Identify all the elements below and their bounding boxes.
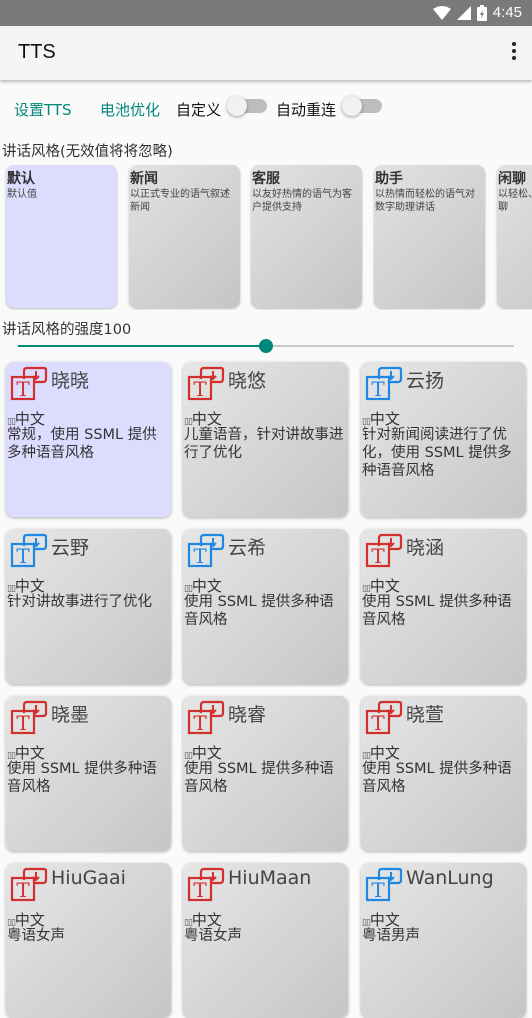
svg-text:T: T (371, 544, 385, 568)
svg-text:T: T (193, 711, 207, 735)
voice-card[interactable]: T 云野 ▯▯中文 针对讲故事进行了优化 (6, 529, 171, 684)
battery-icon (476, 4, 487, 21)
voice-description: 儿童语音，针对讲故事进行了优化 (184, 427, 344, 461)
style-card[interactable]: 新闻以正式专业的语气叙述新闻 (129, 165, 240, 308)
voice-description: 使用 SSML 提供多种语音风格 (362, 761, 512, 795)
slider-thumb[interactable] (259, 339, 273, 353)
voice-name: 云野 (51, 537, 90, 559)
voice-description: 使用 SSML 提供多种语音风格 (7, 761, 157, 795)
svg-text:T: T (371, 377, 385, 401)
voice-name: HiuMaan (228, 867, 312, 889)
style-list[interactable]: 默认 默认值 新闻 以正式专业的语气叙述新闻 客服 以友好热情的语气为客户提供支持 助手 以热… (0, 164, 532, 310)
style-desc: 以正式专业的语气叙述新闻 (130, 189, 230, 213)
tts-voice-icon: T (187, 700, 225, 735)
voice-card[interactable]: T 云希 ▯▯中文 使用 SSML 提供多种语音风格 (183, 529, 348, 684)
style-desc: 以热情而轻松的语气对数字助理讲话 (375, 189, 475, 213)
tts-voice-icon: T (365, 533, 403, 568)
svg-text:T: T (193, 377, 207, 401)
custom-switch[interactable] (227, 96, 267, 116)
app-bar: TTS (0, 26, 532, 80)
svg-text:T: T (193, 878, 207, 902)
svg-text:T: T (371, 878, 385, 902)
intensity-slider[interactable] (18, 339, 514, 353)
wifi-icon (432, 5, 451, 20)
svg-text:T: T (16, 544, 30, 568)
style-desc: 以友好热情的语气为客户提供支持 (252, 189, 352, 213)
tts-voice-icon: T (365, 700, 403, 735)
tts-voice-icon: T (187, 867, 225, 902)
set-tts-button[interactable]: 设置TTS (14, 99, 72, 120)
tts-voice-icon: T (187, 366, 225, 401)
style-desc: 以轻松、随意的语气闲聊 (498, 189, 532, 213)
cell-signal-icon (456, 5, 471, 20)
voice-name: 云扬 (406, 370, 445, 392)
style-card[interactable]: 助手以热情而轻松的语气对数字助理讲话 (374, 165, 485, 308)
voice-description: 针对新闻阅读进行了优化，使用 SSML 提供多种语音风格 (362, 427, 512, 479)
tts-voice-icon: T (187, 533, 225, 568)
voice-card[interactable]: T 云扬 ▯▯中文 针对新闻阅读进行了优化，使用 SSML 提供多种语音风格 (361, 362, 526, 517)
clock: 4:45 (492, 4, 522, 21)
voice-card[interactable]: T 晓晓 ▯▯中文 常规，使用 SSML 提供多种语音风格 (6, 362, 171, 517)
voice-name: 晓涵 (406, 537, 445, 559)
voice-description: 粤语女声 (184, 928, 242, 944)
style-section-label: 讲话风格(无效值将将忽略) (2, 144, 173, 160)
voice-card[interactable]: T WanLung ▯▯中文 粤语男声 (361, 863, 526, 1018)
tts-voice-icon: T (10, 366, 48, 401)
more-vert-icon[interactable] (510, 42, 518, 64)
voice-card[interactable]: T 晓涵 ▯▯中文 使用 SSML 提供多种语音风格 (361, 529, 526, 684)
svg-text:T: T (371, 711, 385, 735)
slider-fill (18, 345, 266, 347)
battery-optimization-button[interactable]: 电池优化 (100, 99, 160, 120)
style-name: 客服 (252, 171, 280, 187)
tts-voice-icon: T (365, 366, 403, 401)
voice-card[interactable]: T 晓墨 ▯▯中文 使用 SSML 提供多种语音风格 (6, 696, 171, 851)
tts-voice-icon: T (10, 867, 48, 902)
auto-reconnect-label: 自动重连 (276, 101, 337, 119)
settings-row: 设置TTS 电池优化 自定义 自动重连 (0, 92, 532, 124)
style-card[interactable]: 闲聊以轻松、随意的语气闲聊 (497, 165, 532, 308)
style-name: 新闻 (130, 171, 158, 187)
style-card[interactable]: 默认 默认值 (6, 165, 117, 308)
voice-name: 晓晓 (51, 370, 90, 392)
voice-description: 针对讲故事进行了优化 (7, 594, 152, 610)
tts-voice-icon: T (365, 867, 403, 902)
voice-name: 晓悠 (228, 370, 267, 392)
style-name: 助手 (375, 171, 403, 187)
tts-voice-icon: T (10, 700, 48, 735)
voice-description: 使用 SSML 提供多种语音风格 (184, 761, 334, 795)
voice-card[interactable]: T HiuMaan ▯▯中文 粤语女声 (183, 863, 348, 1018)
voice-description: 粤语女声 (7, 928, 65, 944)
voice-name: HiuGaai (51, 867, 126, 889)
voice-name: 晓墨 (51, 704, 90, 726)
tts-voice-icon: T (10, 533, 48, 568)
auto-reconnect-switch[interactable] (342, 96, 382, 116)
voice-card[interactable]: T 晓悠 ▯▯中文 儿童语音，针对讲故事进行了优化 (183, 362, 348, 517)
intensity-label: 讲话风格的强度100 (2, 322, 132, 338)
voice-description: 粤语男声 (362, 928, 420, 944)
app-title: TTS (18, 41, 56, 63)
voice-card[interactable]: T 晓睿 ▯▯中文 使用 SSML 提供多种语音风格 (183, 696, 348, 851)
voice-description: 使用 SSML 提供多种语音风格 (362, 594, 512, 628)
style-card[interactable]: 客服以友好热情的语气为客户提供支持 (251, 165, 362, 308)
style-name: 闲聊 (498, 171, 526, 187)
voice-name: 晓睿 (228, 704, 267, 726)
custom-label: 自定义 (176, 101, 222, 119)
svg-text:T: T (16, 878, 30, 902)
svg-text:T: T (193, 544, 207, 568)
svg-text:T: T (16, 711, 30, 735)
style-desc: 默认值 (7, 189, 37, 200)
voice-name: 云希 (228, 537, 267, 559)
voice-name: 晓萱 (406, 704, 445, 726)
voice-name: WanLung (406, 867, 494, 889)
voice-card[interactable]: T HiuGaai ▯▯中文 粤语女声 (6, 863, 171, 1018)
status-bar: 4:45 (0, 0, 532, 26)
voice-description: 常规，使用 SSML 提供多种语音风格 (7, 427, 157, 461)
svg-text:T: T (16, 377, 30, 401)
voice-description: 使用 SSML 提供多种语音风格 (184, 594, 334, 628)
style-name: 默认 (7, 171, 35, 187)
voice-card[interactable]: T 晓萱 ▯▯中文 使用 SSML 提供多种语音风格 (361, 696, 526, 851)
